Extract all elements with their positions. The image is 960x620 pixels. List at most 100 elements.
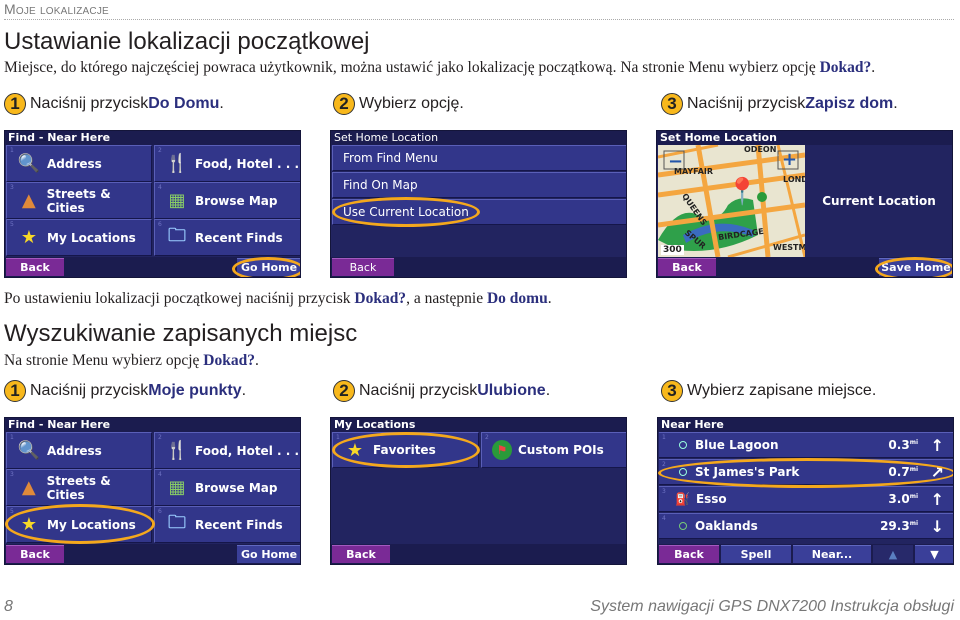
save-home-button[interactable]: Save Home [879,258,952,276]
distance-unit: mi [909,466,918,473]
tile-streets-cities[interactable]: 3 ▲ Streets & Cities [6,182,152,219]
scroll-up-button[interactable]: ▲ [873,545,913,563]
intro-text: Na stronie Menu wybierz opcję [4,352,204,369]
go-home-button[interactable]: Go Home [237,258,300,276]
star-icon: ★ [20,227,38,248]
intro-bold: Dokad? [203,352,255,369]
tile-my-locations[interactable]: 5 ★ My Locations [6,219,152,256]
back-button[interactable]: Back [332,545,390,563]
step-number-badge: 1 [4,93,26,115]
step-end: . [241,382,247,399]
tile-favorites[interactable]: 1 ★ Favorites [332,432,479,468]
tile-label: Recent Finds [195,230,283,245]
back-button[interactable]: Back [6,258,64,276]
direction-arrow-icon: ↑ [930,489,944,509]
step-number-badge: 3 [661,93,683,115]
screen-title: Find - Near Here [5,418,300,432]
option-use-current-location[interactable]: Use Current Location [332,199,626,225]
distance-unit: mi [909,439,918,446]
tile-label: My Locations [47,230,136,245]
screen-title: Set Home Location [657,131,952,145]
go-home-button[interactable]: Go Home [237,545,300,563]
after-bold: Do domu [486,290,548,307]
distance-unit: mi [909,520,918,527]
option-from-find-menu[interactable]: From Find Menu [332,145,626,171]
list-item[interactable]: 1 Blue Lagoon 0.3mi ↑ [659,432,953,458]
divider [4,19,954,20]
after-text: Po ustawieniu lokalizacji początkowej na… [4,290,355,307]
tile-label: Browse Map [195,193,278,208]
recent-finds-icon: 🗀 [168,511,186,533]
tile-browse-map[interactable]: 4 ▦ Browse Map [154,182,300,219]
tile-address[interactable]: 1 🔍 Address [6,145,152,182]
tile-food-hotel[interactable]: 2 🍴 Food, Hotel . . . [154,145,300,182]
screen-near-here: Near Here 1 Blue Lagoon 0.3mi ↑ 2 St James's… [657,417,954,565]
list-item[interactable]: 4 Oaklands 29.3mi ↓ [659,513,953,539]
row-name: St James's Park [695,465,800,479]
tile-label: Address [47,156,102,171]
fuel-icon: ⛽ [675,492,690,506]
screen-set-home: Set Home Location From Find Menu Find On… [330,130,627,278]
tile-address[interactable]: 1 🔍 Address [6,432,152,469]
step-text: Naciśnij przycisk [687,95,806,112]
spell-button[interactable]: Spell [721,545,791,563]
step-end: . [545,382,551,399]
map-label: WESTMI [773,243,805,252]
screen-set-home-map: Set Home Location − + ODEON MAYFAIR LOND… [656,130,953,278]
pushpin-icon: 📍 [726,177,759,207]
distance-value: 3.0 [888,492,910,506]
list-item[interactable]: 2 St James's Park 0.7mi ↗ [659,459,953,485]
tile-index: 2 [158,147,162,154]
food-hotel-icon: 🍴 [165,440,189,461]
list-item[interactable]: 3 ⛽ Esso 3.0mi ↑ [659,486,953,512]
tile-label: Browse Map [195,480,278,495]
back-button[interactable]: Back [659,545,719,563]
tile-index: 2 [158,434,162,441]
tile-index: 1 [10,147,14,154]
distance-value: 0.7 [888,465,910,479]
option-find-on-map[interactable]: Find On Map [332,172,626,198]
intro-bold: Dokad? [819,59,872,76]
tile-my-locations[interactable]: 5 ★ My Locations [6,506,152,543]
s1-step-3: 3 Naciśnij przycisk Zapisz dom. [661,93,898,115]
page-number: 8 [4,598,13,615]
tile-recent-finds[interactable]: 6 🗀 Recent Finds [154,506,300,543]
scroll-down-button[interactable]: ▼ [915,545,953,563]
map-view[interactable]: − + ODEON MAYFAIR LOND QUEENS BIRDCAGE W… [658,145,805,257]
section1-after-text: Po ustawieniu lokalizacji początkowej na… [4,290,552,308]
tile-recent-finds[interactable]: 6 🗀 Recent Finds [154,219,300,256]
distance-unit: mi [909,493,918,500]
back-button[interactable]: Back [332,258,394,276]
address-icon: 🔍 [17,153,41,174]
step-number-badge: 2 [333,93,355,115]
tile-index: 5 [10,508,14,515]
back-button[interactable]: Back [6,545,64,563]
tile-streets-cities[interactable]: 3 ▲ Streets & Cities [6,469,152,506]
back-button[interactable]: Back [658,258,716,276]
section1-intro: Miejsce, do którego najczęściej powraca … [4,59,875,77]
map-label: MAYFAIR [674,167,714,176]
step-number-badge: 3 [661,380,683,402]
near-button[interactable]: Near... [793,545,871,563]
row-index: 2 [662,461,666,468]
tile-label: Streets & Cities [46,473,111,502]
tile-label: Custom POIs [518,443,604,457]
tile-label: Address [47,443,102,458]
browse-map-icon: ▦ [168,190,186,211]
tile-label: Food, Hotel . . . [195,443,300,458]
tile-index: 3 [10,471,14,478]
tile-food-hotel[interactable]: 2 🍴 Food, Hotel . . . [154,432,300,469]
screen-title: Near Here [658,418,953,432]
tile-custom-pois[interactable]: 2 ⚑ Custom POIs [481,432,626,468]
tile-index: 6 [158,221,162,228]
distance-value: 0.3 [888,438,910,452]
tile-index: 5 [10,221,14,228]
step-text: Wybierz opcję. [359,95,464,112]
tile-index: 1 [10,434,14,441]
map-label: ODEON [744,145,777,154]
tile-browse-map[interactable]: 4 ▦ Browse Map [154,469,300,506]
zoom-in-icon[interactable]: + [782,149,797,170]
row-name: Blue Lagoon [695,438,779,452]
step-number-badge: 1 [4,380,26,402]
row-name: Oaklands [695,519,758,533]
